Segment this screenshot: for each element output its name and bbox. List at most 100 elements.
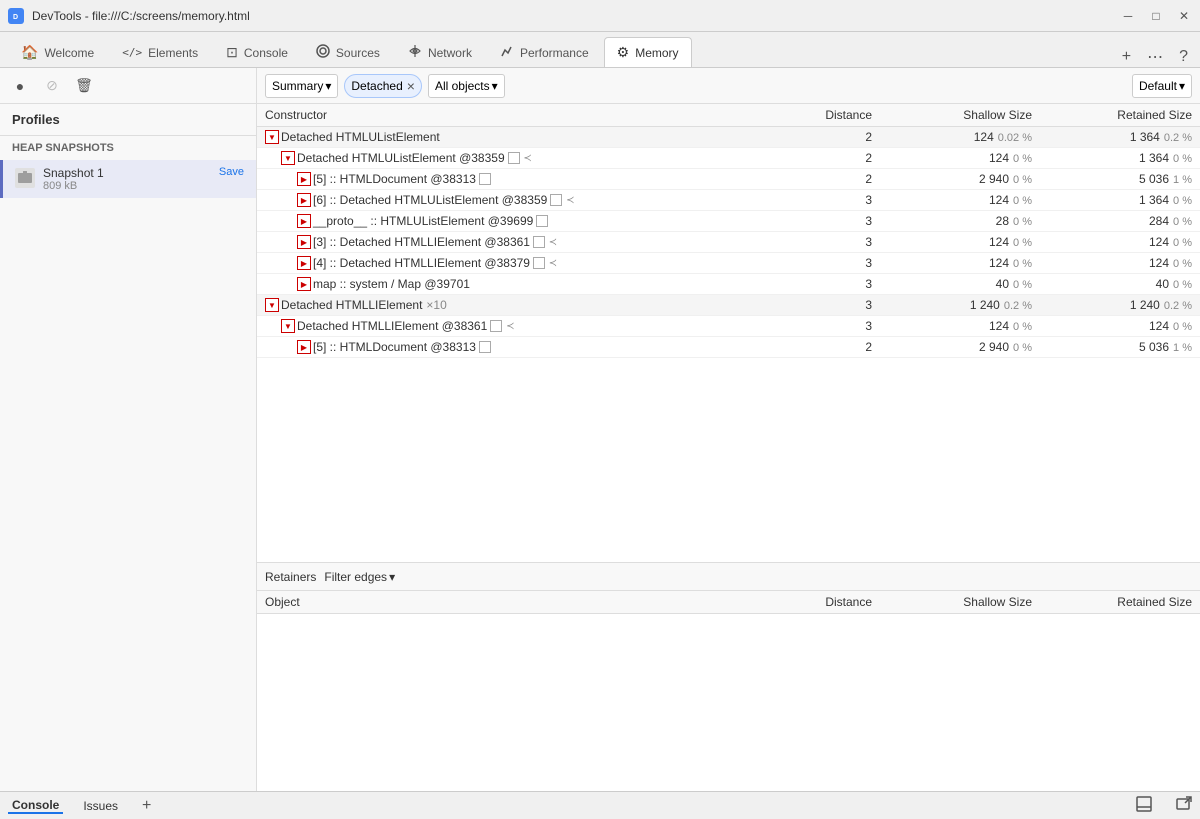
col-header-shallow[interactable]: Shallow Size — [880, 104, 1040, 127]
retained-size-cell: 400 % — [1040, 274, 1200, 295]
distance-cell: 3 — [800, 316, 880, 337]
collapse-icon[interactable]: ▼ — [265, 298, 279, 312]
record-button[interactable]: ● — [8, 74, 32, 98]
col-header-constructor[interactable]: Constructor — [257, 104, 800, 127]
expand-icon[interactable]: ▶ — [297, 172, 311, 186]
title-bar: D DevTools - file:///C:/screens/memory.h… — [0, 0, 1200, 32]
tab-memory[interactable]: ⚙ Memory — [604, 37, 692, 67]
tab-console[interactable]: ⊡ Console — [213, 37, 301, 67]
link-icon[interactable]: ≺ — [547, 257, 559, 269]
retainer-col-retained[interactable]: Retained Size — [1040, 591, 1200, 614]
shallow-size-cell: 2 9400 % — [880, 169, 1040, 190]
collapse-icon[interactable]: ▼ — [281, 319, 295, 333]
node-box-icon[interactable] — [479, 173, 491, 185]
table-row[interactable]: ▶[5] :: HTMLDocument @3831322 9400 %5 03… — [257, 337, 1200, 358]
retainers-section: Retainers Filter edges ▾ Object Distance… — [257, 562, 1200, 791]
link-icon[interactable]: ≺ — [547, 236, 559, 248]
dock-button[interactable] — [1136, 796, 1152, 815]
link-icon[interactable]: ≺ — [504, 320, 516, 332]
node-box-icon[interactable] — [479, 341, 491, 353]
col-header-distance[interactable]: Distance — [800, 104, 880, 127]
table-row[interactable]: ▼Detached HTMLUListElement @38359≺21240 … — [257, 148, 1200, 169]
expand-icon[interactable]: ▶ — [297, 277, 311, 291]
shallow-size-cell: 400 % — [880, 274, 1040, 295]
distance-cell: 2 — [800, 127, 880, 148]
expand-icon[interactable]: ▶ — [297, 256, 311, 270]
constructor-label: [4] :: Detached HTMLLIElement @38379 — [313, 256, 530, 270]
retainer-col-object[interactable]: Object — [257, 591, 800, 614]
tab-elements[interactable]: </> Elements — [109, 37, 211, 67]
filter-clear-button[interactable]: × — [407, 79, 415, 93]
retainers-table-container[interactable]: Object Distance Shallow Size Retained Si… — [257, 591, 1200, 791]
node-box-icon[interactable] — [533, 236, 545, 248]
title-bar-controls: ─ □ ✕ — [1120, 9, 1192, 23]
upper-table[interactable]: Constructor Distance Shallow Size Retain… — [257, 104, 1200, 562]
link-icon[interactable]: ≺ — [522, 152, 534, 164]
node-box-icon[interactable] — [550, 194, 562, 206]
collapse-icon[interactable]: ▼ — [265, 130, 279, 144]
collapse-icon[interactable]: ▼ — [281, 151, 295, 165]
minimize-button[interactable]: ─ — [1120, 9, 1136, 23]
clear-button[interactable]: 🗑 — [72, 74, 96, 98]
shallow-size-cell: 1240 % — [880, 316, 1040, 337]
table-row[interactable]: ▶[6] :: Detached HTMLUListElement @38359… — [257, 190, 1200, 211]
help-button[interactable]: ? — [1175, 48, 1192, 66]
retainers-table: Object Distance Shallow Size Retained Si… — [257, 591, 1200, 614]
undock-button[interactable] — [1176, 796, 1192, 815]
heap-table: Constructor Distance Shallow Size Retain… — [257, 104, 1200, 358]
table-row[interactable]: ▶map :: system / Map @397013400 %400 % — [257, 274, 1200, 295]
filter-tag-detached: Detached × — [344, 74, 422, 98]
table-row[interactable]: ▼Detached HTMLLIElement×1031 2400.2 %1 2… — [257, 295, 1200, 316]
close-button[interactable]: ✕ — [1176, 9, 1192, 23]
table-row[interactable]: ▼Detached HTMLLIElement @38361≺31240 %12… — [257, 316, 1200, 337]
tab-network[interactable]: Network — [395, 37, 485, 67]
constructor-label: Detached HTMLLIElement @38361 — [297, 319, 487, 333]
constructor-cell: ▼Detached HTMLLIElement @38361 ≺ — [257, 316, 800, 337]
stop-button[interactable]: ⊘ — [40, 74, 64, 98]
tab-welcome[interactable]: 🏠 Welcome — [8, 37, 107, 67]
node-box-icon[interactable] — [508, 152, 520, 164]
retainer-col-distance[interactable]: Distance — [800, 591, 880, 614]
node-box-icon[interactable] — [490, 320, 502, 332]
constructor-cell: ▼Detached HTMLLIElement×10 — [257, 295, 800, 316]
table-row[interactable]: ▼Detached HTMLUListElement21240.02 %1 36… — [257, 127, 1200, 148]
bottom-add-button[interactable]: + — [142, 797, 151, 815]
filter-edges-button[interactable]: Filter edges ▾ — [324, 570, 395, 584]
shallow-size-cell: 280 % — [880, 211, 1040, 232]
all-objects-dropdown[interactable]: All objects ▾ — [428, 74, 505, 98]
shallow-size-cell: 1240.02 % — [880, 127, 1040, 148]
table-row[interactable]: ▶__proto__ :: HTMLUListElement @39699328… — [257, 211, 1200, 232]
snapshot-icon — [15, 168, 35, 188]
summary-dropdown[interactable]: Summary ▾ — [265, 74, 338, 98]
col-header-retained[interactable]: Retained Size — [1040, 104, 1200, 127]
maximize-button[interactable]: □ — [1148, 9, 1164, 23]
expand-icon[interactable]: ▶ — [297, 340, 311, 354]
expand-icon[interactable]: ▶ — [297, 214, 311, 228]
tab-sources[interactable]: Sources — [303, 37, 393, 67]
sort-order-dropdown[interactable]: Default ▾ — [1132, 74, 1192, 98]
distance-cell: 2 — [800, 169, 880, 190]
bottom-tab-console[interactable]: Console — [8, 798, 63, 814]
expand-icon[interactable]: ▶ — [297, 193, 311, 207]
table-row[interactable]: ▶[5] :: HTMLDocument @3831322 9400 %5 03… — [257, 169, 1200, 190]
node-box-icon[interactable] — [533, 257, 545, 269]
shallow-size-cell: 1240 % — [880, 148, 1040, 169]
snapshot-item[interactable]: Snapshot 1 809 kB Save — [0, 160, 256, 198]
more-tabs-button[interactable]: ⋯ — [1143, 47, 1167, 67]
retainer-col-shallow[interactable]: Shallow Size — [880, 591, 1040, 614]
link-icon[interactable]: ≺ — [564, 194, 576, 206]
tab-performance[interactable]: Performance — [487, 37, 602, 67]
expand-icon[interactable]: ▶ — [297, 235, 311, 249]
node-box-icon[interactable] — [536, 215, 548, 227]
summary-chevron-icon: ▾ — [325, 79, 331, 93]
bottom-tab-issues[interactable]: Issues — [79, 799, 122, 813]
retainers-header: Retainers Filter edges ▾ — [257, 563, 1200, 591]
table-row[interactable]: ▶[3] :: Detached HTMLLIElement @38361≺31… — [257, 232, 1200, 253]
shallow-size-cell: 1240 % — [880, 253, 1040, 274]
constructor-cell: ▶map :: system / Map @39701 — [257, 274, 800, 295]
table-row[interactable]: ▶[4] :: Detached HTMLLIElement @38379≺31… — [257, 253, 1200, 274]
snapshot-save-button[interactable]: Save — [219, 166, 244, 178]
retained-size-cell: 5 0361 % — [1040, 169, 1200, 190]
constructor-cell: ▶__proto__ :: HTMLUListElement @39699 — [257, 211, 800, 232]
add-tab-button[interactable]: + — [1118, 48, 1135, 66]
